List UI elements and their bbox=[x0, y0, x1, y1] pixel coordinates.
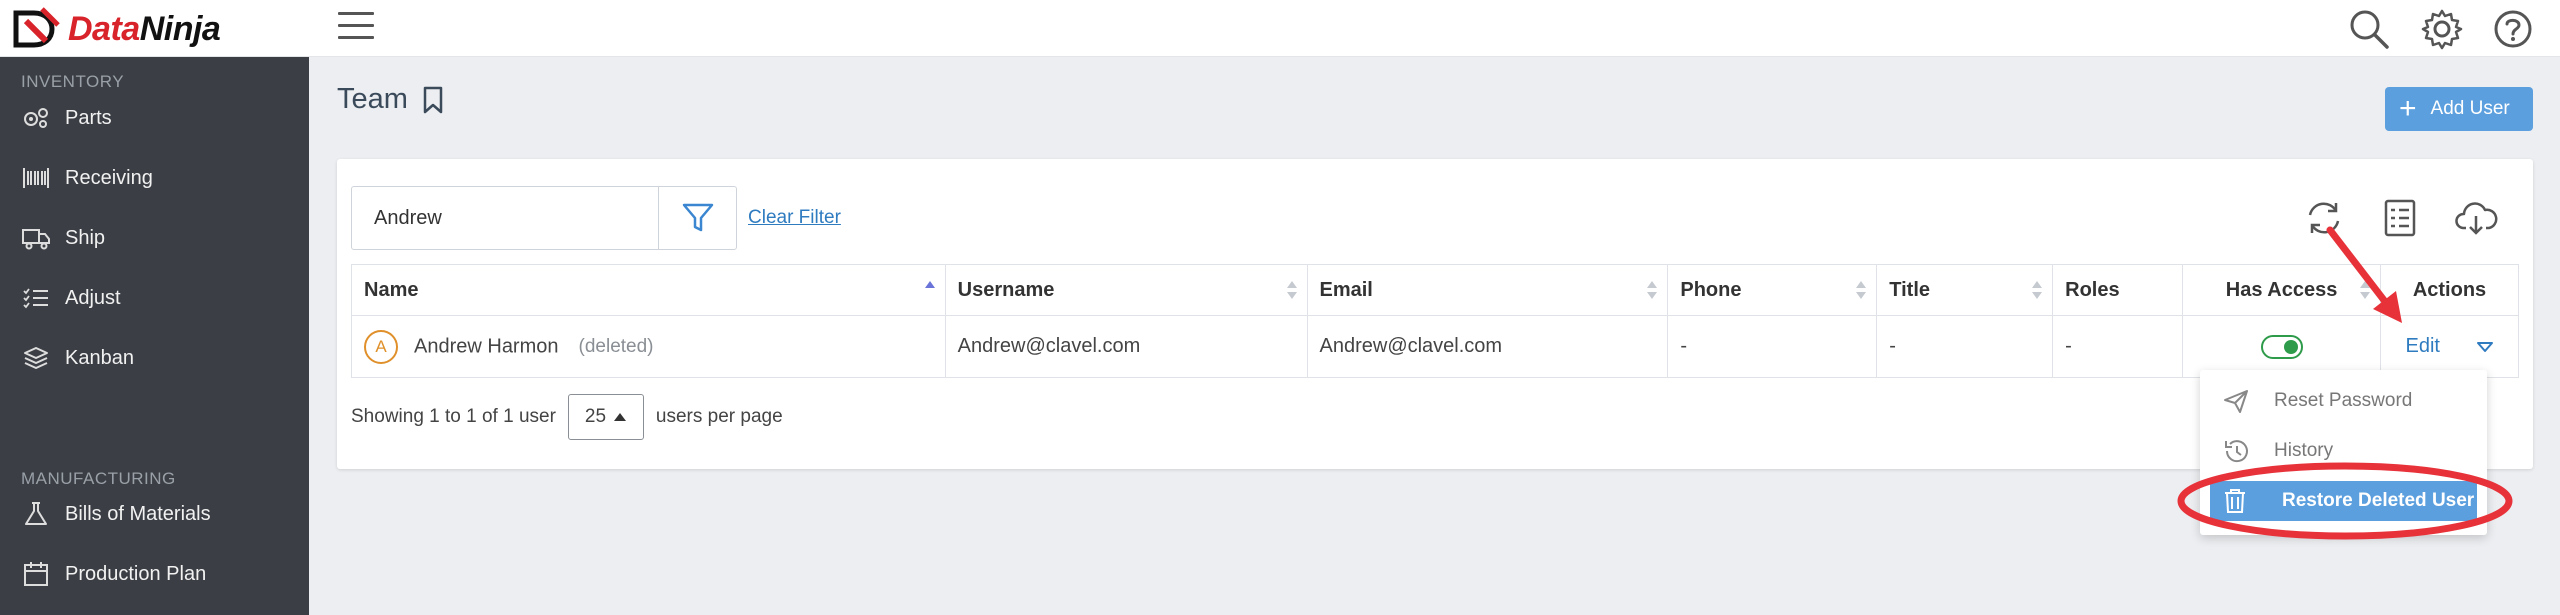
menu-item-history[interactable]: History bbox=[2222, 431, 2333, 471]
sort-icon bbox=[1286, 281, 1297, 299]
table-header-row: Name Username Email Phone Title Roles Ha… bbox=[351, 264, 2519, 316]
page-title-text: Team bbox=[337, 83, 408, 115]
sidebar-item-label: Receiving bbox=[65, 166, 153, 189]
logo-text: DataNinja bbox=[68, 9, 221, 48]
menu-toggle-button[interactable] bbox=[338, 12, 374, 44]
sort-asc-icon bbox=[924, 281, 935, 299]
menu-item-restore-deleted-user[interactable]: Restore Deleted User bbox=[2210, 481, 2477, 521]
dataninja-logo-icon bbox=[13, 7, 60, 48]
help-icon[interactable] bbox=[2492, 8, 2534, 50]
sidebar-item-kanban[interactable]: Kanban bbox=[21, 338, 134, 378]
barcode-icon bbox=[23, 168, 49, 188]
bookmark-icon[interactable] bbox=[422, 86, 444, 114]
sidebar-item-production-plan[interactable]: Production Plan bbox=[21, 554, 206, 594]
history-icon bbox=[2225, 440, 2248, 463]
cell-actions: Edit bbox=[2380, 315, 2519, 378]
truck-icon bbox=[22, 229, 50, 250]
sidebar-item-bills-of-materials[interactable]: Bills of Materials bbox=[21, 494, 211, 534]
pager-suffix: users per page bbox=[655, 406, 783, 427]
column-header-actions: Actions bbox=[2380, 264, 2519, 316]
caret-up-icon bbox=[614, 413, 627, 421]
list-check-icon bbox=[23, 288, 48, 309]
sidebar-item-label: Ship bbox=[65, 226, 106, 249]
column-header-email[interactable]: Email bbox=[1306, 264, 1669, 316]
column-header-has-access[interactable]: Has Access bbox=[2182, 264, 2381, 316]
actions-dropdown-menu: Reset Password History Restore Deleted U… bbox=[2200, 370, 2487, 535]
cell-name: A Andrew Harmon (deleted) bbox=[351, 315, 946, 378]
sidebar-section-inventory: INVENTORY bbox=[21, 72, 125, 91]
sidebar-item-label: Parts bbox=[65, 106, 112, 129]
funnel-icon bbox=[682, 203, 713, 232]
edit-link[interactable]: Edit bbox=[2405, 335, 2439, 357]
sidebar-section-manufacturing: MANUFACTURING bbox=[21, 469, 176, 488]
clear-filter-link[interactable]: Clear Filter bbox=[748, 207, 841, 229]
sidebar-item-label: Production Plan bbox=[65, 562, 207, 585]
column-list-icon[interactable] bbox=[2378, 197, 2422, 239]
menu-item-reset-password[interactable]: Reset Password bbox=[2222, 381, 2412, 421]
sidebar-item-receiving[interactable]: Receiving bbox=[21, 158, 153, 198]
paper-plane-icon bbox=[2224, 390, 2248, 413]
trash-icon bbox=[2225, 489, 2245, 513]
chevron-down-icon[interactable] bbox=[2476, 341, 2494, 353]
layers-icon bbox=[24, 347, 48, 369]
calendar-icon bbox=[24, 562, 48, 586]
cell-has-access bbox=[2182, 315, 2381, 378]
cloud-download-icon[interactable] bbox=[2454, 197, 2498, 239]
table-row: A Andrew Harmon (deleted) Andrew@clavel.co… bbox=[351, 315, 2519, 378]
sort-icon bbox=[1856, 281, 1867, 299]
column-header-roles: Roles bbox=[2052, 264, 2184, 316]
sidebar: INVENTORY Parts Receiving Ship Adjust Ka… bbox=[0, 57, 309, 615]
logo[interactable]: DataNinja bbox=[12, 6, 221, 52]
cell-email: Andrew@clavel.com bbox=[1306, 315, 1669, 378]
sidebar-item-parts[interactable]: Parts bbox=[21, 98, 112, 138]
deleted-badge: (deleted) bbox=[578, 335, 654, 357]
filter-box bbox=[351, 186, 737, 250]
menu-icon bbox=[338, 12, 374, 15]
sidebar-item-label: Bills of Materials bbox=[65, 502, 211, 525]
sort-icon bbox=[2360, 281, 2370, 299]
pager: Showing 1 to 1 of 1 user 25 users per pa… bbox=[351, 394, 783, 440]
page-title: Team bbox=[337, 83, 444, 116]
filter-input[interactable] bbox=[352, 187, 658, 249]
plus-icon: + bbox=[2399, 92, 2417, 125]
column-header-title[interactable]: Title bbox=[1876, 264, 2054, 316]
sort-icon bbox=[1647, 281, 1658, 299]
flask-icon bbox=[25, 502, 47, 525]
cell-title: - bbox=[1876, 315, 2054, 378]
sidebar-item-ship[interactable]: Ship bbox=[21, 218, 105, 258]
filter-button[interactable] bbox=[658, 187, 736, 249]
pager-summary: Showing 1 to 1 of 1 user bbox=[351, 406, 556, 427]
cell-username: Andrew@clavel.com bbox=[944, 315, 1308, 378]
cell-phone: - bbox=[1667, 315, 1878, 378]
refresh-icon[interactable] bbox=[2302, 197, 2346, 239]
sidebar-item-label: Kanban bbox=[65, 346, 134, 369]
column-header-phone[interactable]: Phone bbox=[1667, 264, 1878, 316]
top-bar: DataNinja bbox=[0, 0, 2560, 57]
add-user-label: Add User bbox=[2430, 98, 2510, 119]
gear-icon[interactable] bbox=[2421, 8, 2463, 50]
sidebar-item-label: Adjust bbox=[65, 286, 121, 309]
has-access-toggle[interactable] bbox=[2260, 334, 2303, 359]
search-icon[interactable] bbox=[2348, 8, 2390, 50]
column-header-name[interactable]: Name bbox=[351, 264, 946, 316]
column-header-username[interactable]: Username bbox=[944, 264, 1308, 316]
cell-roles: - bbox=[2052, 315, 2184, 378]
add-user-button[interactable]: + Add User bbox=[2385, 87, 2533, 131]
sidebar-item-adjust[interactable]: Adjust bbox=[21, 278, 121, 318]
avatar: A bbox=[364, 329, 398, 364]
per-page-select[interactable]: 25 bbox=[567, 394, 644, 440]
sort-icon bbox=[2032, 281, 2043, 299]
gears-icon bbox=[24, 108, 48, 128]
users-table: Name Username Email Phone Title Roles Ha… bbox=[351, 264, 2519, 378]
user-name: Andrew Harmon bbox=[414, 334, 559, 357]
